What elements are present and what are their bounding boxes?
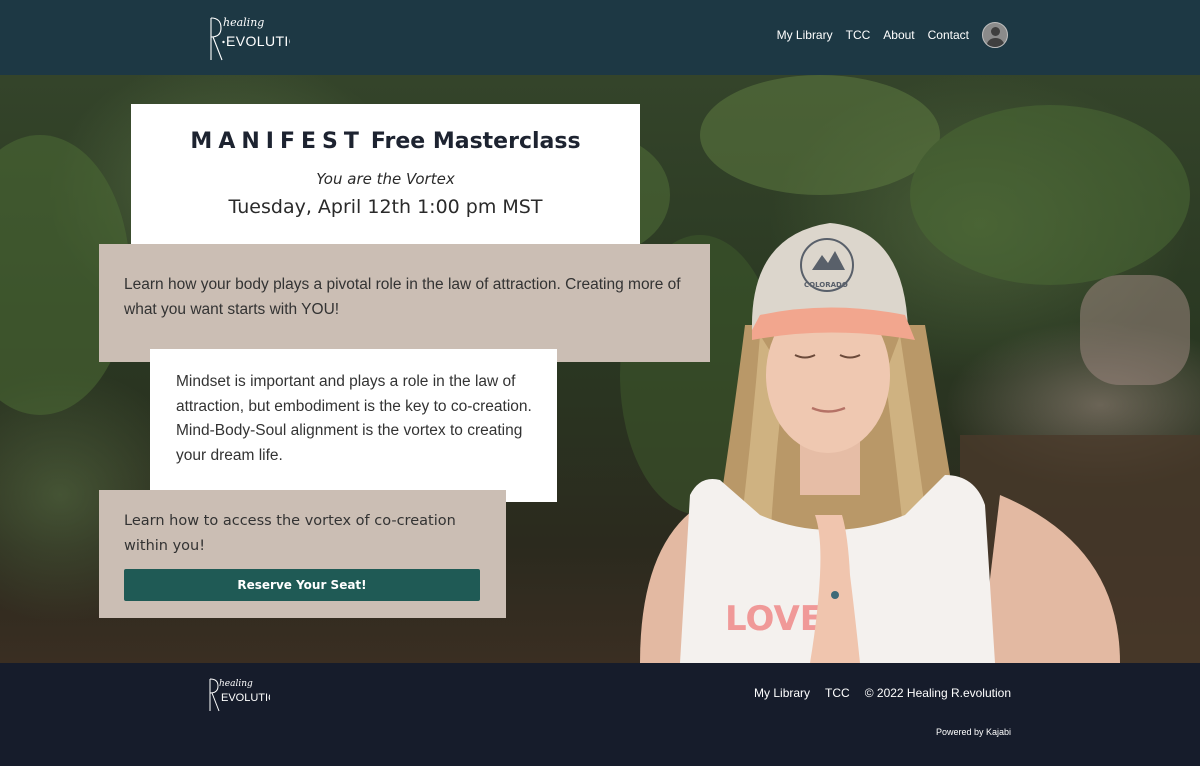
intro-text: Learn how your body plays a pivotal role… — [124, 276, 681, 318]
copyright: © 2022 Healing R.evolution — [864, 686, 1011, 700]
title-card: MANIFEST Free Masterclass You are the Vor… — [131, 104, 640, 244]
svg-text:healing: healing — [223, 16, 264, 29]
intro-card: Learn how your body plays a pivotal role… — [99, 244, 710, 362]
event-date: Tuesday, April 12th 1:00 pm MST — [228, 196, 543, 218]
powered-by-kajabi[interactable]: Powered by Kajabi — [936, 727, 1011, 737]
nav-tcc[interactable]: TCC — [846, 28, 871, 42]
footer-my-library[interactable]: My Library — [754, 686, 810, 700]
title-word: MANIFEST — [190, 129, 365, 154]
hero-section: LOVE COLORADO MANIFEST Free Masterclass Y… — [0, 75, 1200, 663]
site-footer: healing EVOLUTION My Library TCC © 2022 … — [0, 663, 1200, 766]
cta-card: Learn how to access the vortex of co-cre… — [99, 490, 506, 618]
nav-contact[interactable]: Contact — [928, 28, 969, 42]
title-rest: Free Masterclass — [370, 129, 581, 154]
subtitle: You are the Vortex — [316, 170, 455, 188]
svg-text:EVOLUTION: EVOLUTION — [226, 33, 290, 49]
footer-tcc[interactable]: TCC — [825, 686, 850, 700]
footer-logo[interactable]: healing EVOLUTION — [206, 673, 285, 713]
cap-text: COLORADO — [804, 281, 848, 289]
reserve-seat-button[interactable]: Reserve Your Seat! — [124, 569, 480, 601]
footer-links: My Library TCC © 2022 Healing R.evolutio… — [754, 686, 1011, 700]
page-title: MANIFEST Free Masterclass — [131, 129, 640, 154]
nav-my-library[interactable]: My Library — [777, 28, 833, 42]
site-header: healing EVOLUTION My Library TCC About C… — [0, 0, 1200, 75]
access-text: Learn how to access the vortex of co-cre… — [124, 513, 456, 554]
mindset-card: Mindset is important and plays a role in… — [150, 349, 557, 502]
svg-text:EVOLUTION: EVOLUTION — [221, 692, 270, 704]
user-avatar[interactable] — [982, 22, 1008, 48]
svg-text:healing: healing — [219, 679, 253, 689]
mindset-text: Mindset is important and plays a role in… — [176, 373, 532, 464]
svg-text:LOVE: LOVE — [725, 599, 823, 639]
site-logo[interactable]: healing EVOLUTION — [206, 12, 290, 64]
main-nav: My Library TCC About Contact — [777, 22, 1008, 48]
nav-about[interactable]: About — [883, 28, 914, 42]
